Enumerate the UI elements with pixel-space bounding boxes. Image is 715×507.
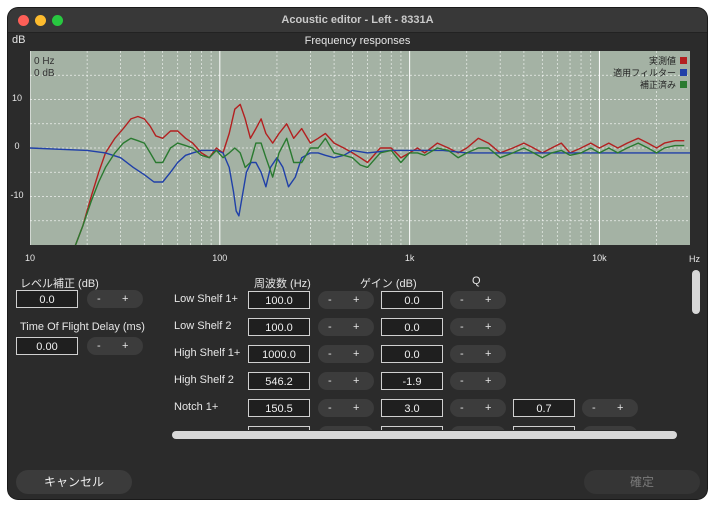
filter-gain-field[interactable]: 0.0 (381, 345, 443, 363)
filter-q-field[interactable]: 0.7 (513, 399, 575, 417)
filter-name: Notch 1+ (174, 401, 219, 413)
q-plus-button[interactable]: + (617, 399, 623, 417)
level-minus-button[interactable]: - (97, 290, 101, 308)
frequency-response-plot: 実測値適用フィルター補正済み 0 Hz0 dB (29, 51, 690, 251)
gain-column-header: ゲイン (dB) (360, 278, 417, 290)
title-bar: Acoustic editor - Left - 8331A (8, 8, 707, 33)
filter-gain-stepper[interactable]: - + (450, 318, 506, 336)
filter-q-stepper[interactable]: - + (582, 399, 638, 417)
window-title: Acoustic editor - Left - 8331A (281, 14, 434, 26)
tof-minus-button[interactable]: - (97, 337, 101, 355)
filter-freq-field[interactable]: 1000.0 (248, 345, 310, 363)
tof-stepper[interactable]: - + (87, 337, 143, 355)
filter-gain-field[interactable]: 0.0 (381, 318, 443, 336)
filter-freq-field[interactable]: 100.0 (248, 291, 310, 309)
cancel-button[interactable]: キャンセル (16, 470, 132, 494)
x-tick-label: 10 (24, 253, 35, 263)
filter-freq-field[interactable]: 546.2 (248, 372, 310, 390)
horizontal-scrollbar[interactable] (172, 431, 677, 439)
x-tick-label: 1k (404, 253, 415, 263)
filter-freq-field[interactable]: 100.0 (248, 318, 310, 336)
gain-plus-button[interactable]: + (485, 372, 491, 390)
legend-label: 補正済み (640, 79, 676, 90)
level-plus-button[interactable]: + (122, 290, 128, 308)
x-tick-label: 100 (212, 253, 228, 263)
level-label: レベル補正 (dB) (20, 278, 99, 290)
gain-minus-button[interactable]: - (460, 399, 464, 417)
filter-freq-stepper[interactable]: - + (318, 399, 374, 417)
y-tick-label: -10 (10, 189, 24, 200)
legend-swatch (680, 57, 687, 64)
freq-minus-button[interactable]: - (328, 318, 332, 336)
x-axis-label: Hz (689, 254, 700, 264)
filter-gain-field[interactable]: 3.0 (381, 399, 443, 417)
gain-minus-button[interactable]: - (460, 318, 464, 336)
gain-plus-button[interactable]: + (485, 318, 491, 336)
legend-label: 適用フィルター (613, 67, 676, 78)
freq-plus-button[interactable]: + (353, 318, 359, 336)
filter-gain-field[interactable]: -1.9 (381, 372, 443, 390)
x-tick-label: 10k (592, 253, 607, 263)
chart-title: Frequency responses (304, 35, 411, 47)
freq-plus-button[interactable]: + (353, 291, 359, 309)
freq-plus-button[interactable]: + (353, 345, 359, 363)
filter-gain-stepper[interactable]: - + (450, 291, 506, 309)
tof-plus-button[interactable]: + (122, 337, 128, 355)
clipped-filter-row (248, 426, 648, 430)
confirm-button[interactable]: 確定 (584, 470, 700, 494)
cursor-readout: 0 dB (34, 68, 55, 79)
gain-plus-button[interactable]: + (485, 399, 491, 417)
freq-column-header: 周波数 (Hz) (254, 278, 311, 290)
filter-freq-stepper[interactable]: - + (318, 372, 374, 390)
y-tick-label: 10 (11, 92, 22, 103)
filter-freq-stepper[interactable]: - + (318, 345, 374, 363)
y-tick-label: 0 (14, 141, 20, 151)
freq-minus-button[interactable]: - (328, 372, 332, 390)
freq-minus-button[interactable]: - (328, 345, 332, 363)
level-field[interactable]: 0.0 (16, 290, 78, 308)
freq-minus-button[interactable]: - (328, 291, 332, 309)
cursor-readout: 0 Hz (34, 56, 55, 67)
filter-name: High Shelf 1+ (174, 347, 241, 359)
filter-gain-field[interactable]: 0.0 (381, 291, 443, 309)
q-minus-button[interactable]: - (592, 399, 596, 417)
gain-minus-button[interactable]: - (460, 291, 464, 309)
filter-gain-stepper[interactable]: - + (450, 399, 506, 417)
gain-plus-button[interactable]: + (485, 345, 491, 363)
vertical-scrollbar[interactable] (692, 270, 700, 314)
gain-minus-button[interactable]: - (460, 345, 464, 363)
gain-plus-button[interactable]: + (485, 291, 491, 309)
legend-swatch (680, 81, 687, 88)
filter-name: Low Shelf 2 (174, 320, 232, 332)
filter-name: Low Shelf 1+ (174, 293, 238, 305)
filter-freq-stepper[interactable]: - + (318, 318, 374, 336)
filter-freq-stepper[interactable]: - + (318, 291, 374, 309)
legend-swatch (680, 69, 687, 76)
freq-plus-button[interactable]: + (353, 399, 359, 417)
filter-name: High Shelf 2 (174, 374, 234, 386)
legend-label: 実測値 (649, 55, 676, 66)
freq-minus-button[interactable]: - (328, 399, 332, 417)
filter-freq-field[interactable]: 150.5 (248, 399, 310, 417)
filter-gain-stepper[interactable]: - + (450, 372, 506, 390)
q-column-header: Q (472, 275, 481, 287)
tof-label: Time Of Flight Delay (ms) (20, 321, 145, 333)
freq-plus-button[interactable]: + (353, 372, 359, 390)
acoustic-editor-window: Acoustic editor - Left - 8331A dB Freque… (8, 8, 707, 499)
level-stepper[interactable]: - + (87, 290, 143, 308)
tof-field[interactable]: 0.00 (16, 337, 78, 355)
gain-minus-button[interactable]: - (460, 372, 464, 390)
frequency-response-chart[interactable]: 実測値 適用フィルター 補正済み 0 Hz 0 dB (29, 51, 690, 251)
filter-gain-stepper[interactable]: - + (450, 345, 506, 363)
